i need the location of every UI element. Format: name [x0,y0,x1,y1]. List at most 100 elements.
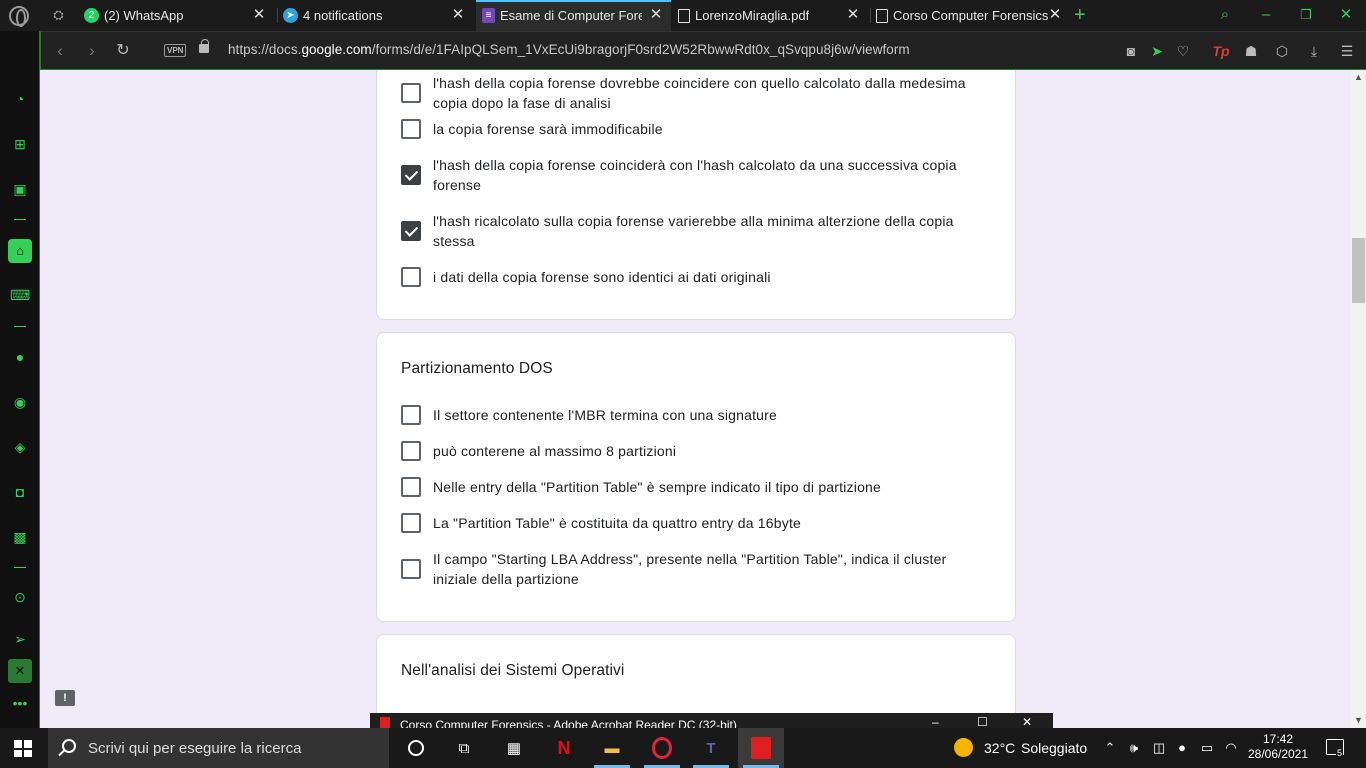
restore-button[interactable]: ❐ [1296,6,1316,24]
messenger-icon[interactable]: ● [10,347,30,367]
minimize-button[interactable]: – [932,715,939,728]
opera-menu-icon[interactable] [9,6,29,27]
notification-count: 5 [1336,748,1344,758]
sun-icon[interactable] [954,738,973,757]
checkbox[interactable] [401,559,421,579]
checkbox-option[interactable]: Il settore contenente l'MBR termina con … [401,405,981,425]
download-icon[interactable]: ⤓ [1304,41,1324,61]
checkbox-option[interactable]: può conterene al massimo 8 partizioni [401,441,981,461]
checkbox[interactable] [401,267,421,287]
acrobat-taskbar-icon[interactable] [738,728,784,768]
tab-title: 4 notifications [303,8,383,23]
checkbox[interactable] [401,477,421,497]
home-icon[interactable]: ⌂ [8,239,32,263]
windows-start-icon[interactable] [14,740,32,757]
forward-button[interactable]: › [83,42,101,60]
tab-pdf[interactable]: LorenzoMiraglia.pdf ✕ [678,0,868,31]
weather-desc[interactable]: Soleggiato [1021,740,1087,756]
speed-dial-icon[interactable]: ◔ [10,89,30,109]
microphone-icon[interactable]: ● [1173,738,1191,758]
workspaces-icon[interactable]: ⛭ [50,8,67,22]
telegram-sidebar-icon[interactable]: ◈ [10,437,30,457]
address-bar: ‹ › ↻ VPN https://docs.google.com/forms/… [40,31,1366,70]
checkbox-option[interactable]: i dati della copia forense sono identici… [401,267,981,287]
checkbox-checked[interactable] [401,165,421,185]
game-controller-icon[interactable]: ⌨ [10,285,30,305]
camera-icon[interactable]: ◙ [1121,41,1141,61]
maximize-button[interactable]: ☐ [977,715,988,728]
minimize-button[interactable]: – [1256,6,1276,24]
checkbox[interactable] [401,405,421,425]
feedback-icon[interactable]: ! [55,690,75,706]
scroll-down-arrow[interactable]: ▼ [1354,716,1363,725]
player-icon[interactable]: ⊙ [10,587,30,607]
scrollbar-thumb[interactable] [1352,238,1365,303]
opera-taskbar-icon[interactable] [650,736,674,760]
checkbox-option[interactable]: l'hash della copia forense dovrebbe coin… [401,73,981,113]
close-tab-icon[interactable]: ✕ [649,7,663,23]
teams-icon[interactable]: T [699,736,723,760]
tp-extension-icon[interactable]: Tp [1211,41,1231,61]
new-tab-button[interactable]: + [1074,5,1086,25]
tab-whatsapp[interactable]: 2 (2) WhatsApp ✕ [84,0,274,31]
checkbox-option[interactable]: Nelle entry della "Partition Table" è se… [401,477,981,497]
menu-icon[interactable]: ☰ [1337,41,1357,61]
more-icon[interactable]: ••• [10,695,30,711]
close-tab-icon[interactable]: ✕ [1048,7,1062,23]
cube-icon[interactable]: ⬡ [1272,41,1292,61]
file-explorer-icon[interactable]: ▬ [600,736,624,760]
send-sidebar-icon[interactable]: ➢ [10,629,30,649]
bag-icon[interactable]: ⊞ [10,134,30,154]
twitch-icon[interactable]: ▣ [10,179,30,199]
question-card: Partizionamento DOS Il settore contenent… [376,332,1016,622]
volume-icon[interactable]: 🕪 [1125,738,1143,758]
vpn-badge[interactable]: VPN [164,44,187,57]
close-tab-icon[interactable]: ✕ [846,7,860,23]
taskbar-search-box[interactable]: Scrivi qui per eseguire la ricerca [48,728,389,768]
search-icon [62,739,76,753]
netflix-icon[interactable]: N [552,736,576,760]
checkbox[interactable] [401,83,421,103]
task-view-icon[interactable]: ⧉ [452,736,476,760]
lock-icon[interactable] [199,39,209,53]
settings-icon[interactable]: ✕ [8,659,32,683]
webcam-icon[interactable]: ◫ [1150,738,1168,758]
tab-telegram[interactable]: ➤ 4 notifications ✕ [283,0,473,31]
cortana-icon[interactable] [404,736,428,760]
whatsapp-sidebar-icon[interactable]: ◉ [10,392,30,412]
back-button[interactable]: ‹ [51,42,69,60]
page-scrollbar[interactable]: ▲ ▼ [1351,70,1366,728]
send-icon[interactable]: ➤ [1147,41,1167,61]
checkbox-checked[interactable] [401,221,421,241]
checkbox-option[interactable]: La "Partition Table" è costituita da qua… [401,513,981,533]
battery-icon[interactable]: ▭ [1198,738,1216,758]
checkbox[interactable] [401,513,421,533]
reload-button[interactable]: ↻ [114,42,132,60]
close-tab-icon[interactable]: ✕ [451,7,465,23]
close-tab-icon[interactable]: ✕ [252,7,266,23]
extension-icon[interactable]: ☗ [1241,41,1261,61]
checkbox-option[interactable]: l'hash ricalcolato sulla copia forense v… [401,211,981,251]
weather-temp[interactable]: 32°C [984,740,1015,756]
scroll-up-arrow[interactable]: ▲ [1354,73,1363,82]
heart-icon[interactable]: ♡ [1173,41,1193,61]
chevron-up-icon[interactable]: ⌃ [1101,738,1119,758]
close-window-button[interactable]: ✕ [1336,6,1356,24]
checkbox-option[interactable]: Il campo "Starting LBA Address", present… [401,549,981,589]
instagram-icon[interactable]: ◘ [10,482,30,502]
checkbox-option[interactable]: l'hash della copia forense coinciderà co… [401,155,981,195]
control-panel-icon[interactable]: ▦ [502,736,526,760]
checkbox-option[interactable]: la copia forense sarà immodificabile [401,119,981,139]
checkbox[interactable] [401,441,421,461]
acrobat-window-titlebar[interactable]: Corso Computer Forensics - Adobe Acrobat… [370,713,1053,728]
taskbar-clock[interactable]: 17:42 28/06/2021 [1239,732,1317,762]
close-window-button[interactable]: ✕ [1022,715,1032,728]
tab-esame-forensics[interactable]: ≡ Esame di Computer Forensics ✕ [476,0,671,31]
discord-icon[interactable]: ▩ [10,527,30,547]
wifi-icon[interactable]: ◠ [1222,738,1240,758]
checkbox[interactable] [401,119,421,139]
url-field[interactable]: https://docs.google.com/forms/d/e/1FAIpQ… [228,42,910,57]
tab-corso-forensics[interactable]: Corso Computer Forensics ✕ [876,0,1070,31]
search-tabs-icon[interactable]: ⌕ [1215,6,1235,24]
form-page: l'hash della copia forense dovrebbe coin… [41,70,1351,728]
